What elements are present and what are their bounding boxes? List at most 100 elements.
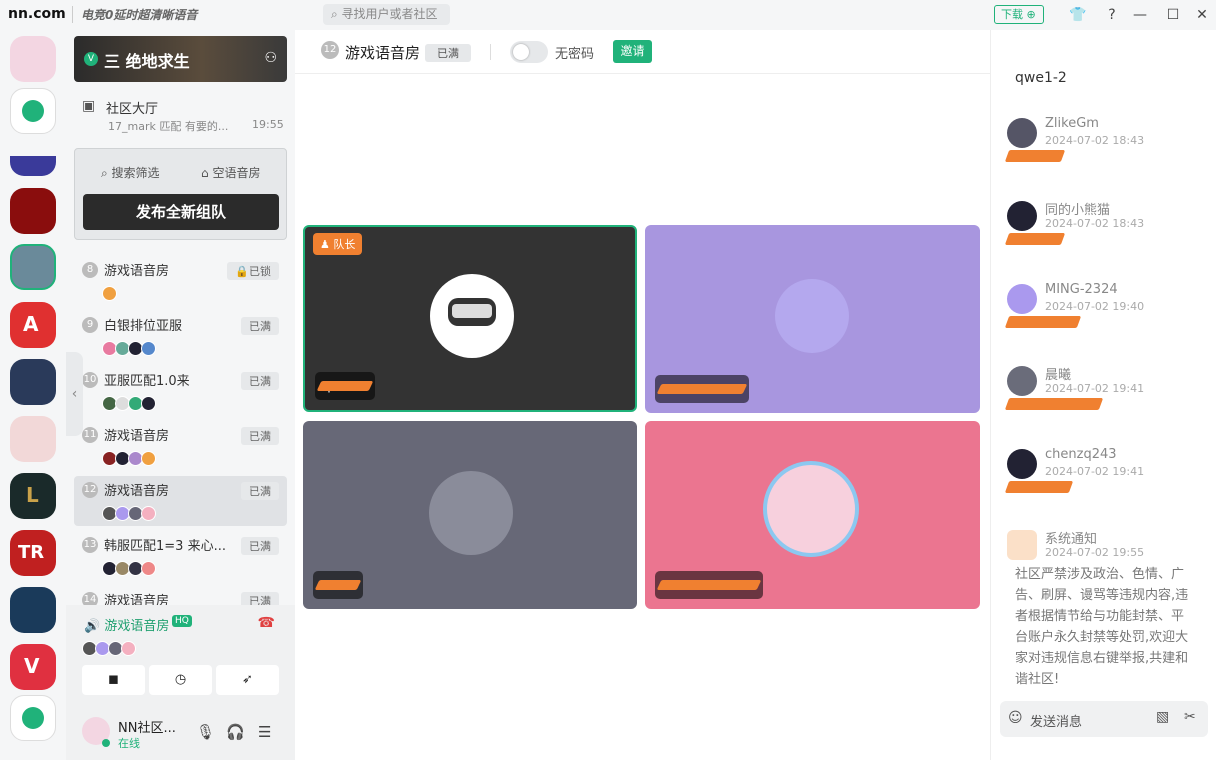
player-tile[interactable] <box>645 225 980 413</box>
app-rail: A L TR V <box>0 30 66 760</box>
chat-message: ZlikeGm 2024-07-02 18:43 <box>1004 116 1207 198</box>
whatsapp-icon[interactable] <box>10 88 56 134</box>
chat-icon: ▣ <box>82 98 96 114</box>
maximize-icon[interactable]: ☐ <box>1163 5 1183 25</box>
close-icon[interactable]: ✕ <box>1192 5 1212 25</box>
room-item[interactable]: 8 游戏语音房 🔒已锁 <box>74 256 287 306</box>
empty-room-label: 空语音房 <box>212 166 261 180</box>
publish-team-button[interactable]: 发布全新组队 <box>83 194 279 230</box>
room-status: 已满 <box>241 482 279 500</box>
game-icon[interactable] <box>10 156 56 176</box>
room-item[interactable]: 14 游戏语音房 已满 <box>74 586 287 605</box>
chat-username[interactable]: ZlikeGm <box>1045 116 1099 131</box>
speaker-icon <box>1007 530 1037 560</box>
settings-slider-icon[interactable]: ☰ <box>258 723 271 741</box>
headphone-icon[interactable]: 🎧 <box>226 723 245 741</box>
mic-icon[interactable]: 🎙 <box>196 723 215 741</box>
chat-time: 2024-07-02 18:43 <box>1045 134 1145 147</box>
voice-room-name[interactable]: 🔊 游戏语音房 <box>84 615 169 634</box>
chat-username[interactable]: MING-2324 <box>1045 282 1118 297</box>
search-input[interactable]: ⌕ 寻找用户或者社区 <box>323 4 450 25</box>
compass-icon[interactable] <box>10 695 56 741</box>
help-icon[interactable]: ? <box>1102 5 1122 25</box>
room-main: 12 游戏语音房 已满 无密码 邀请 ▣ 聊天 ➶ 清屏 ⚙ 设置 ··· ♟ … <box>295 30 1216 760</box>
room-status: 已满 <box>425 44 471 62</box>
chat-time: 2024-07-02 18:43 <box>1045 217 1145 230</box>
invite-button[interactable]: 邀请 <box>613 40 652 63</box>
password-label: 无密码 <box>555 47 595 62</box>
game-icon[interactable] <box>10 416 56 462</box>
message-input[interactable]: ☺ 发送消息 ▧ ✂ <box>1000 701 1208 737</box>
room-name: 韩服匹配1=3 来心... <box>104 539 226 554</box>
player-name <box>655 375 749 403</box>
player-tile[interactable] <box>645 421 980 609</box>
timer-button[interactable]: ◷ <box>149 665 212 695</box>
apex-icon[interactable]: A <box>10 302 56 348</box>
chat-message: 同的小熊猫 2024-07-02 18:43 <box>1004 199 1207 281</box>
download-button[interactable]: 下载 ⊕ <box>994 5 1044 24</box>
room-status: 已满 <box>241 592 279 605</box>
scissors-icon[interactable]: ✂ <box>1184 709 1196 725</box>
online-dot <box>102 739 110 747</box>
room-name: 游戏语音房 <box>104 429 170 444</box>
room-number: 14 <box>82 592 98 605</box>
room-item[interactable]: 13 韩服匹配1=3 来心... 已满 <box>74 531 287 581</box>
avatar[interactable] <box>1007 284 1037 314</box>
lobby-item[interactable]: ▣ 社区大厅 17_mark 匹配 有要的... 19:55 <box>82 96 287 136</box>
chat-username: 系统通知 <box>1045 532 1098 547</box>
room-name: 亚服匹配1.0来 <box>104 374 190 389</box>
shirt-icon[interactable]: 👕 <box>1068 5 1088 25</box>
brand-logo: nn.com <box>8 6 66 22</box>
chat-username[interactable]: 晨曦 <box>1045 364 1071 383</box>
player-name: qwe1-2 <box>315 372 376 400</box>
download-label: 下载 <box>1001 8 1023 21</box>
room-item[interactable]: 11 游戏语音房 已满 <box>74 421 287 471</box>
avatar[interactable] <box>1007 449 1037 479</box>
filter-button[interactable]: ⌕ 搜索筛选 <box>101 164 160 181</box>
password-toggle[interactable] <box>510 41 548 63</box>
hangup-icon[interactable]: ☎ <box>258 615 275 631</box>
lobby-title: 社区大厅 <box>106 102 159 117</box>
hq-badge: HQ <box>172 615 192 627</box>
chat-message: 晨曦 2024-07-02 19:41 <box>1004 364 1207 446</box>
user-avatar[interactable] <box>10 36 56 82</box>
message-placeholder: 发送消息 <box>1030 715 1083 730</box>
avatar[interactable] <box>1007 201 1037 231</box>
room-title: 游戏语音房 <box>345 44 421 62</box>
empty-room-button[interactable]: ⌂ 空语音房 <box>201 164 260 181</box>
user-status: 在线 <box>118 737 140 750</box>
chat-username[interactable]: chenzq243 <box>1045 447 1117 462</box>
room-name: 游戏语音房 <box>104 264 170 279</box>
rocket-button[interactable]: ➶ <box>216 665 279 695</box>
player-tile-captain[interactable]: ♟ 队长 qwe1-2 <box>303 225 637 412</box>
room-number: 11 <box>82 427 98 443</box>
room-item[interactable]: 9 白银排位亚服 已满 <box>74 311 287 361</box>
search-placeholder: 寻找用户或者社区 <box>341 7 438 21</box>
current-user[interactable]: NN社区... 在线 🎙 🎧 ☰ <box>82 715 282 755</box>
chat-username[interactable]: 同的小熊猫 <box>1045 199 1110 218</box>
filter-label: 搜索筛选 <box>111 166 160 180</box>
room-number: 12 <box>82 482 98 498</box>
player-tile[interactable] <box>303 421 637 609</box>
tr-icon[interactable]: TR <box>10 530 56 576</box>
chat-time: 2024-07-02 19:41 <box>1045 382 1145 395</box>
avatar[interactable] <box>1007 366 1037 396</box>
csgo-icon[interactable] <box>10 359 56 405</box>
emoji-icon[interactable]: ☺ <box>1008 710 1023 726</box>
valorant-icon[interactable]: V <box>10 644 56 690</box>
add-user-icon[interactable]: ⚇ <box>264 50 277 66</box>
lobby-time: 19:55 <box>252 118 284 131</box>
chat-time: 2024-07-02 19:40 <box>1045 300 1145 313</box>
community-banner[interactable]: V 三 绝地求生 ⚇ <box>74 36 287 82</box>
avatar[interactable] <box>1007 118 1037 148</box>
room-item-selected[interactable]: 12 游戏语音房 已满 <box>74 476 287 526</box>
collapse-toggle[interactable]: ‹ <box>66 352 83 436</box>
room-item[interactable]: 10 亚服匹配1.0来 已满 <box>74 366 287 416</box>
league-icon[interactable]: L <box>10 473 56 519</box>
camera-off-button[interactable]: ◼ <box>82 665 145 695</box>
image-icon[interactable]: ▧ <box>1156 709 1169 725</box>
steam-icon[interactable] <box>10 587 56 633</box>
minimize-icon[interactable]: — <box>1130 5 1150 25</box>
pubg-icon[interactable] <box>10 244 56 290</box>
diablo-icon[interactable] <box>10 188 56 234</box>
